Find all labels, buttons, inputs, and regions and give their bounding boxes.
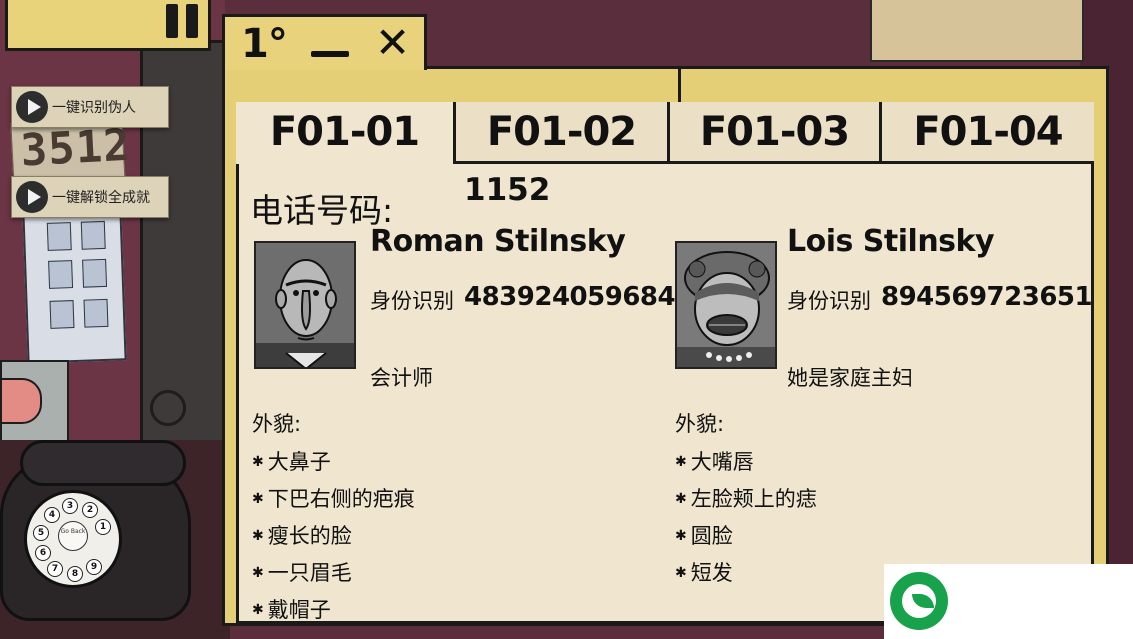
star-bullet-icon: ✱ (675, 454, 687, 470)
photo-sheet (22, 208, 127, 364)
id-label: 身份识别 (370, 289, 454, 313)
unlock-achievements-button[interactable]: 一键解锁全成就 (11, 176, 169, 218)
appearance-label: 外貌: (252, 412, 302, 436)
man-portrait-icon (256, 243, 354, 367)
dossier-paper (236, 102, 1094, 624)
star-bullet-icon: ✱ (252, 491, 264, 507)
trait-item: ✱ 左脸颊上的痣 (675, 483, 817, 513)
trait-item: ✱ 大嘴唇 (675, 446, 754, 476)
trait-text: 大鼻子 (267, 450, 331, 474)
leaf-logo-icon (890, 572, 948, 630)
dial-number[interactable]: 2 (82, 502, 98, 518)
trait-text: 下巴右侧的疤痕 (267, 487, 415, 511)
wall-ring (150, 390, 186, 426)
tab-f01-03[interactable]: F01-03 (670, 102, 882, 164)
unlock-achievements-label: 一键解锁全成就 (52, 190, 150, 206)
identify-fake-label: 一键识别伪人 (52, 100, 136, 116)
trait-item: ✱ 短发 (675, 557, 733, 587)
star-bullet-icon: ✱ (675, 491, 687, 507)
trait-text: 圆脸 (690, 524, 733, 548)
watermark (884, 564, 1133, 639)
dial-number[interactable]: 8 (67, 566, 83, 582)
telephone-handset[interactable] (20, 440, 186, 486)
dial-number[interactable]: 6 (35, 545, 51, 561)
star-bullet-icon: ✱ (675, 528, 687, 544)
mini-portrait (46, 222, 72, 251)
trait-item: ✱ 一只眉毛 (252, 557, 352, 587)
dial-number[interactable]: 3 (62, 498, 78, 514)
dial-number[interactable]: 4 (44, 507, 60, 523)
tab-f01-02[interactable]: F01-02 (456, 102, 670, 164)
mini-portrait (82, 258, 108, 288)
id-value: 483924059684 (464, 282, 676, 312)
dial-center-label: Go Back (58, 521, 88, 551)
trait-item: ✱ 瘦长的脸 (252, 520, 352, 550)
mini-portrait (83, 298, 109, 328)
dial-number[interactable]: 5 (33, 525, 49, 541)
portrait-roman (254, 241, 356, 369)
tab-f01-01[interactable]: F01-01 (236, 102, 456, 164)
dial-number[interactable]: 9 (86, 559, 102, 575)
floor-tabs: F01-01 F01-02 F01-03 F01-04 (236, 102, 1094, 164)
dial-number[interactable]: 1 (95, 519, 111, 535)
pause-button[interactable] (5, 0, 211, 51)
top-paper-note (870, 0, 1084, 62)
mini-portrait (80, 220, 106, 250)
trait-text: 左脸颊上的痣 (690, 487, 817, 511)
folder-number: 1° (241, 21, 288, 67)
wall-note-text: 3512 (19, 119, 132, 177)
red-button[interactable] (0, 378, 42, 424)
trait-text: 大嘴唇 (690, 450, 754, 474)
folder-divider (678, 66, 681, 102)
trait-text: 瘦长的脸 (267, 524, 352, 548)
identify-fake-button[interactable]: 一键识别伪人 (11, 86, 169, 128)
trait-text: 一只眉毛 (267, 561, 352, 585)
person-name: Roman Stilnsky (370, 224, 626, 259)
trait-item: ✱ 下巴右侧的疤痕 (252, 483, 415, 513)
star-bullet-icon: ✱ (252, 528, 264, 544)
pause-icon (166, 4, 178, 38)
person-name: Lois Stilnsky (787, 224, 995, 259)
dial-number[interactable]: 7 (47, 561, 63, 577)
portrait-lois (675, 241, 777, 369)
trait-text: 短发 (690, 561, 733, 585)
phone-value: 1152 (464, 172, 551, 208)
rotary-dial[interactable]: Go Back 1 2 3 4 5 6 7 8 9 (24, 490, 122, 588)
star-bullet-icon: ✱ (252, 454, 264, 470)
pause-icon (186, 4, 198, 38)
star-bullet-icon: ✱ (252, 565, 264, 581)
folder-tab[interactable]: 1° ✕ (222, 14, 427, 70)
appearance-label: 外貌: (675, 412, 725, 436)
mini-portrait (48, 260, 74, 289)
play-icon (16, 91, 48, 123)
mini-portrait (49, 300, 75, 329)
id-value: 894569723651 (881, 282, 1093, 312)
trait-item: ✱ 戴帽子 (252, 594, 331, 624)
close-icon[interactable]: ✕ (375, 19, 410, 67)
star-bullet-icon: ✱ (675, 565, 687, 581)
woman-portrait-icon (677, 243, 775, 367)
trait-text: 戴帽子 (267, 598, 331, 622)
tab-f01-04[interactable]: F01-04 (882, 102, 1094, 164)
star-bullet-icon: ✱ (252, 602, 264, 618)
play-icon (16, 181, 48, 213)
trait-item: ✱ 大鼻子 (252, 446, 331, 476)
id-label: 身份识别 (787, 289, 871, 313)
minimize-icon[interactable] (311, 51, 349, 57)
occupation: 会计师 (370, 366, 433, 390)
trait-item: ✱ 圆脸 (675, 520, 733, 550)
occupation: 她是家庭主妇 (787, 366, 913, 390)
